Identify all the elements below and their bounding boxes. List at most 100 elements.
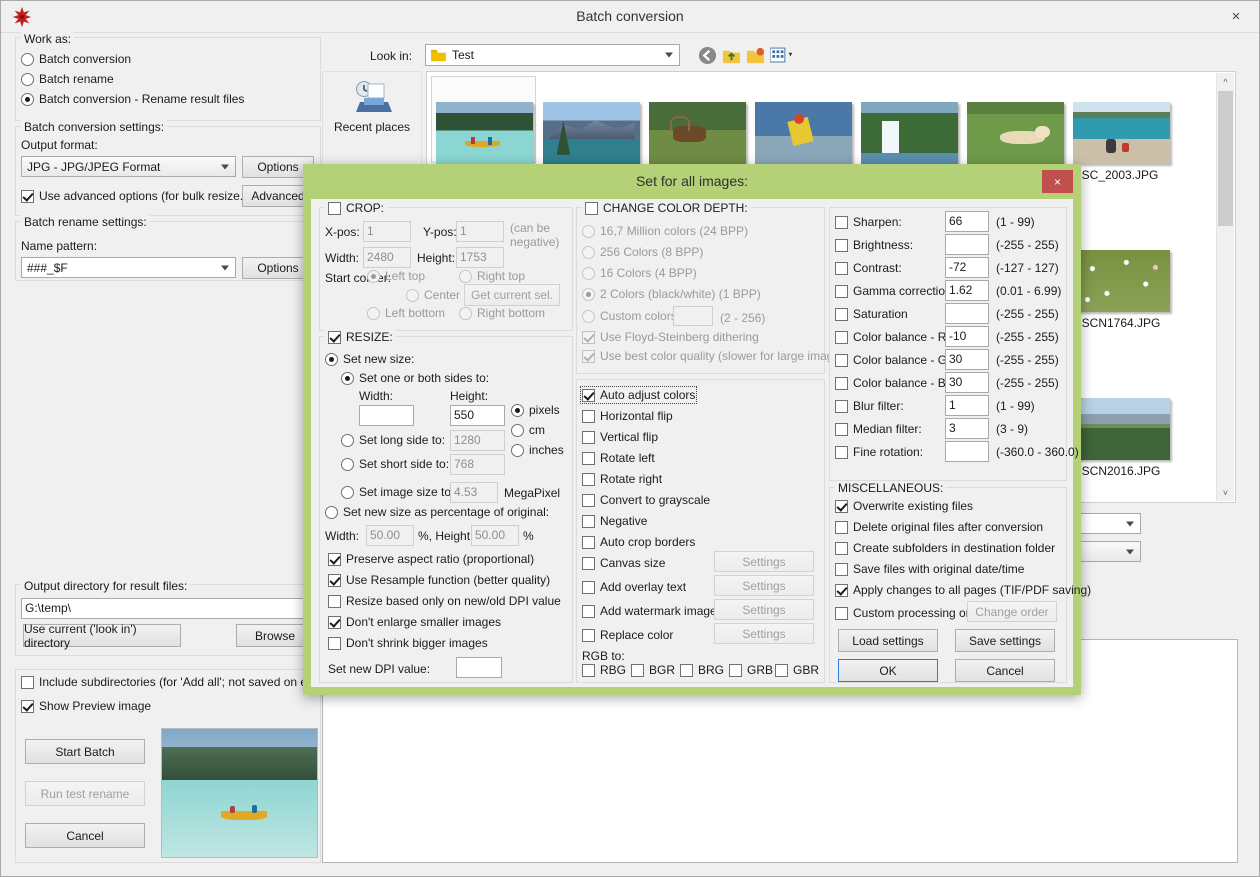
window-close-button[interactable]: × xyxy=(1213,1,1259,32)
resize-height-input[interactable]: 550 xyxy=(450,405,505,426)
sharpen-input[interactable]: 66 xyxy=(945,211,989,232)
brightness-checkbox[interactable]: Brightness: xyxy=(835,238,913,252)
dpi-input[interactable] xyxy=(456,657,502,678)
file-item[interactable] xyxy=(436,102,533,164)
radio-set-one-or-both-sides[interactable]: Set one or both sides to: xyxy=(341,371,489,385)
rotate-right-checkbox[interactable]: Rotate right xyxy=(582,472,662,486)
radio-set-image-size[interactable]: Set image size to: xyxy=(341,485,454,499)
auto-adjust-colors-checkbox[interactable]: Auto adjust colors xyxy=(579,386,698,404)
radio-set-percentage[interactable]: Set new size as percentage of original: xyxy=(325,505,549,519)
file-item[interactable] xyxy=(755,102,852,164)
rgb-to-rbg-checkbox[interactable]: RBG xyxy=(582,663,626,677)
radio-batch-rename[interactable]: Batch rename xyxy=(21,72,114,86)
color-balance-r-checkbox[interactable]: Color balance - R: xyxy=(835,330,950,344)
median-filter-checkbox[interactable]: Median filter: xyxy=(835,422,922,436)
radio-set-short-side[interactable]: Set short side to: xyxy=(341,457,449,471)
change-color-depth-checkbox[interactable]: CHANGE COLOR DEPTH: xyxy=(582,201,751,215)
dont-shrink-checkbox[interactable]: Don't shrink bigger images xyxy=(328,636,488,650)
look-in-combo[interactable]: Test xyxy=(425,44,680,66)
color-balance-b-input[interactable]: 30 xyxy=(945,372,989,393)
canvas-size-checkbox[interactable]: Canvas size xyxy=(582,556,665,570)
blur-filter-input[interactable]: 1 xyxy=(945,395,989,416)
back-icon[interactable] xyxy=(698,46,717,65)
crop-xpos-input[interactable]: 1 xyxy=(363,221,411,242)
use-current-directory-button[interactable]: Use current ('look in') directory xyxy=(23,622,181,650)
image-size-input[interactable]: 4.53 xyxy=(450,482,498,503)
vertical-flip-checkbox[interactable]: Vertical flip xyxy=(582,430,658,444)
pct-width-input[interactable]: 50.00 xyxy=(366,525,414,546)
sharpen-checkbox[interactable]: Sharpen: xyxy=(835,215,902,229)
apply-all-pages-checkbox[interactable]: Apply changes to all pages (TIF/PDF savi… xyxy=(835,583,1091,597)
views-icon[interactable] xyxy=(769,46,796,65)
short-side-input[interactable]: 768 xyxy=(450,454,505,475)
radio-unit-inches[interactable]: inches xyxy=(511,443,564,457)
scroll-up-arrow-icon[interactable]: ^ xyxy=(1217,73,1234,90)
contrast-checkbox[interactable]: Contrast: xyxy=(835,261,902,275)
saturation-checkbox[interactable]: Saturation xyxy=(835,307,908,321)
output-directory-input[interactable]: G:\temp\ xyxy=(21,598,313,619)
color-balance-b-checkbox[interactable]: Color balance - B: xyxy=(835,376,949,390)
file-item[interactable] xyxy=(967,102,1064,164)
crop-ypos-input[interactable]: 1 xyxy=(456,221,504,242)
fine-rotation-input[interactable] xyxy=(945,441,989,462)
file-item[interactable] xyxy=(543,102,640,164)
new-folder-icon[interactable] xyxy=(746,46,765,65)
brightness-input[interactable] xyxy=(945,234,989,255)
file-item[interactable]: DSC_2003.JPG xyxy=(1073,102,1173,182)
long-side-input[interactable]: 1280 xyxy=(450,430,505,451)
saturation-input[interactable] xyxy=(945,303,989,324)
radio-set-long-side[interactable]: Set long side to: xyxy=(341,433,445,447)
blur-filter-checkbox[interactable]: Blur filter: xyxy=(835,399,904,413)
convert-to-grayscale-checkbox[interactable]: Convert to grayscale xyxy=(582,493,710,507)
gamma-correction-checkbox[interactable]: Gamma correction: xyxy=(835,284,955,298)
rgb-to-bgr-checkbox[interactable]: BGR xyxy=(631,663,675,677)
radio-set-new-size[interactable]: Set new size: xyxy=(325,352,414,366)
dialog-close-button[interactable]: × xyxy=(1042,170,1073,193)
gamma-correction-input[interactable]: 1.62 xyxy=(945,280,989,301)
add-overlay-text-checkbox[interactable]: Add overlay text xyxy=(582,580,686,594)
ok-button[interactable]: OK xyxy=(838,659,938,682)
radio-batch-conversion-rename[interactable]: Batch conversion - Rename result files xyxy=(21,92,244,106)
radio-unit-cm[interactable]: cm xyxy=(511,423,545,437)
crop-height-input[interactable]: 1753 xyxy=(456,247,504,268)
rotate-left-checkbox[interactable]: Rotate left xyxy=(582,451,655,465)
scrollbar-thumb[interactable] xyxy=(1218,91,1233,226)
horizontal-flip-checkbox[interactable]: Horizontal flip xyxy=(582,409,673,423)
use-advanced-options-checkbox[interactable]: Use advanced options (for bulk resize...… xyxy=(21,189,254,203)
negative-checkbox[interactable]: Negative xyxy=(582,514,647,528)
file-item[interactable] xyxy=(649,102,746,164)
rgb-to-brg-checkbox[interactable]: BRG xyxy=(680,663,724,677)
file-item[interactable]: DSCN2016.JPG xyxy=(1073,398,1173,478)
start-batch-button[interactable]: Start Batch xyxy=(25,739,145,764)
preserve-aspect-ratio-checkbox[interactable]: Preserve aspect ratio (proportional) xyxy=(328,552,534,566)
scroll-down-arrow-icon[interactable]: ˅ xyxy=(1217,484,1234,501)
overwrite-existing-files-checkbox[interactable]: Overwrite existing files xyxy=(835,499,973,513)
include-subdirectories-checkbox[interactable]: Include subdirectories (for 'Add all'; n… xyxy=(21,675,323,689)
crop-checkbox[interactable]: CROP: xyxy=(325,201,388,215)
replace-color-checkbox[interactable]: Replace color xyxy=(582,628,673,642)
recent-places-label[interactable]: Recent places xyxy=(323,120,421,134)
delete-original-files-checkbox[interactable]: Delete original files after conversion xyxy=(835,520,1043,534)
create-subfolders-checkbox[interactable]: Create subfolders in destination folder xyxy=(835,541,1055,555)
dont-enlarge-checkbox[interactable]: Don't enlarge smaller images xyxy=(328,615,501,629)
custom-processing-order-checkbox[interactable]: Custom processing order xyxy=(835,606,987,620)
fine-rotation-checkbox[interactable]: Fine rotation: xyxy=(835,445,923,459)
add-watermark-checkbox[interactable]: Add watermark image xyxy=(582,604,717,618)
file-item[interactable] xyxy=(861,102,958,164)
up-folder-icon[interactable] xyxy=(722,46,741,65)
auto-crop-borders-checkbox[interactable]: Auto crop borders xyxy=(582,535,695,549)
resize-dpi-only-checkbox[interactable]: Resize based only on new/old DPI value xyxy=(328,594,561,608)
rgb-to-gbr-checkbox[interactable]: GBR xyxy=(775,663,819,677)
output-format-combo[interactable]: JPG - JPG/JPEG Format xyxy=(21,156,236,177)
show-preview-image-checkbox[interactable]: Show Preview image xyxy=(21,699,151,713)
file-item[interactable]: DSCN1764.JPG xyxy=(1073,250,1173,330)
pct-height-input[interactable]: 50.00 xyxy=(471,525,519,546)
resize-checkbox[interactable]: RESIZE: xyxy=(325,330,396,344)
file-list-scrollbar[interactable]: ^ ˅ xyxy=(1216,73,1234,501)
crop-width-input[interactable]: 2480 xyxy=(363,247,411,268)
radio-batch-conversion[interactable]: Batch conversion xyxy=(21,52,131,66)
contrast-input[interactable]: -72 xyxy=(945,257,989,278)
rgb-to-grb-checkbox[interactable]: GRB xyxy=(729,663,773,677)
radio-unit-pixels[interactable]: pixels xyxy=(511,403,560,417)
save-settings-button[interactable]: Save settings xyxy=(955,629,1055,652)
